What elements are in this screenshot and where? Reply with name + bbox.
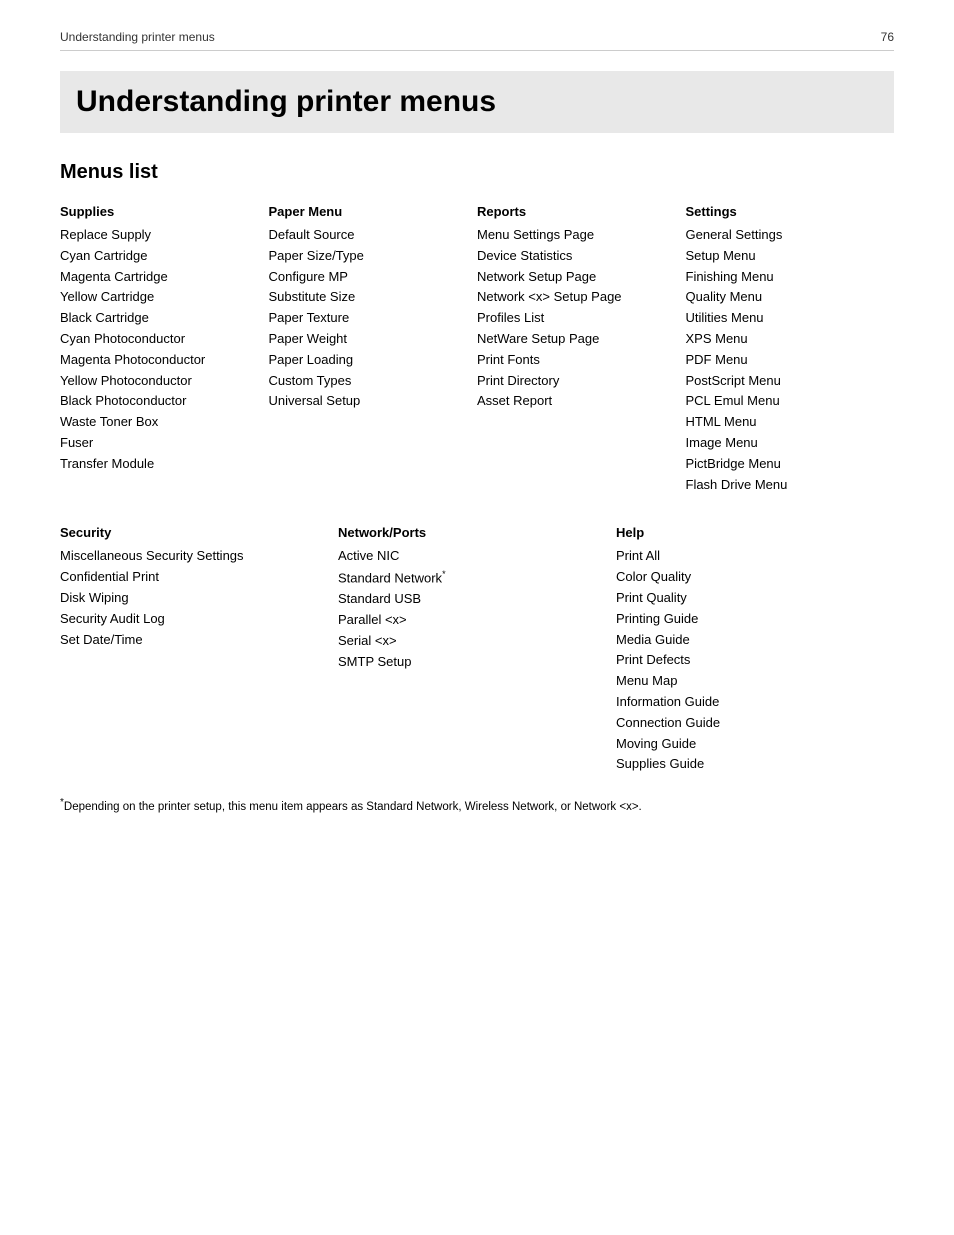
- menu-item: Network Setup Page: [477, 267, 676, 288]
- header-title: Understanding printer menus: [60, 30, 215, 44]
- menu-column-header: Supplies: [60, 204, 259, 219]
- menu-item: Magenta Cartridge: [60, 267, 259, 288]
- menu-item: XPS Menu: [686, 329, 885, 350]
- menu-item: Set Date/Time: [60, 630, 328, 651]
- menu-item: Setup Menu: [686, 246, 885, 267]
- menu-item: Information Guide: [616, 692, 884, 713]
- menu-item: Moving Guide: [616, 734, 884, 755]
- menu-column-header: Security: [60, 525, 328, 540]
- menu-item: Black Cartridge: [60, 308, 259, 329]
- menu-item: Active NIC: [338, 546, 606, 567]
- menu-item: Disk Wiping: [60, 588, 328, 609]
- header-page-number: 76: [881, 30, 894, 44]
- menu-item: Confidential Print: [60, 567, 328, 588]
- menu-item: Print Directory: [477, 371, 676, 392]
- menu-column-header: Settings: [686, 204, 885, 219]
- menu-item: Yellow Cartridge: [60, 287, 259, 308]
- page-container: Understanding printer menus 76 Understan…: [0, 0, 954, 1235]
- menu-item: Security Audit Log: [60, 609, 328, 630]
- menu-item: Supplies Guide: [616, 754, 884, 775]
- menu-item: Print Fonts: [477, 350, 676, 371]
- menu-item: Flash Drive Menu: [686, 475, 885, 496]
- menu-item: Parallel <x>: [338, 610, 606, 631]
- menu-item: Connection Guide: [616, 713, 884, 734]
- menu-item: Paper Weight: [269, 329, 468, 350]
- section-title: Understanding printer menus: [60, 71, 894, 133]
- menu-item: Paper Loading: [269, 350, 468, 371]
- menu-column-paper_menu: Paper MenuDefault SourcePaper Size/TypeC…: [269, 204, 478, 495]
- menu-item: Black Photoconductor: [60, 391, 259, 412]
- menu-item: Printing Guide: [616, 609, 884, 630]
- menu-item: PDF Menu: [686, 350, 885, 371]
- menu-item: Waste Toner Box: [60, 412, 259, 433]
- menu-item: Profiles List: [477, 308, 676, 329]
- menu-item: Print Defects: [616, 650, 884, 671]
- menu-column-supplies: SuppliesReplace SupplyCyan CartridgeMage…: [60, 204, 269, 495]
- footnote: *Depending on the printer setup, this me…: [60, 795, 894, 816]
- menu-item: Configure MP: [269, 267, 468, 288]
- menu-item: SMTP Setup: [338, 652, 606, 673]
- menu-item: Replace Supply: [60, 225, 259, 246]
- columns-grid-row1: SuppliesReplace SupplyCyan CartridgeMage…: [60, 204, 894, 495]
- menu-column-reports: Reports Menu Settings PageDevice Statisti…: [477, 204, 686, 495]
- menu-item: Paper Texture: [269, 308, 468, 329]
- menu-item: PostScript Menu: [686, 371, 885, 392]
- menu-item: Transfer Module: [60, 454, 259, 475]
- menu-item: Network <x> Setup Page: [477, 287, 676, 308]
- menu-item: General Settings: [686, 225, 885, 246]
- menu-item: Print All: [616, 546, 884, 567]
- header-bar: Understanding printer menus 76: [60, 30, 894, 51]
- menu-column-header: Network/Ports: [338, 525, 606, 540]
- menu-item: Universal Setup: [269, 391, 468, 412]
- menu-item: Cyan Photoconductor: [60, 329, 259, 350]
- menu-item: Device Statistics: [477, 246, 676, 267]
- menu-item: Utilities Menu: [686, 308, 885, 329]
- menu-column-security: Security Miscellaneous Security SettingsC…: [60, 525, 338, 775]
- menu-item: Substitute Size: [269, 287, 468, 308]
- menu-item: Finishing Menu: [686, 267, 885, 288]
- menu-item: Print Quality: [616, 588, 884, 609]
- menu-item: PCL Emul Menu: [686, 391, 885, 412]
- menu-item: Menu Settings Page: [477, 225, 676, 246]
- menu-item: Standard USB: [338, 589, 606, 610]
- menu-item: HTML Menu: [686, 412, 885, 433]
- menu-item: Media Guide: [616, 630, 884, 651]
- menu-item: Asset Report: [477, 391, 676, 412]
- menu-item: Miscellaneous Security Settings: [60, 546, 328, 567]
- menu-item: Standard Network*: [338, 567, 606, 589]
- menu-item: Serial <x>: [338, 631, 606, 652]
- menu-item: Color Quality: [616, 567, 884, 588]
- menu-item: Custom Types: [269, 371, 468, 392]
- menu-column-header: Reports: [477, 204, 676, 219]
- menu-column-header: Help: [616, 525, 884, 540]
- menu-item: Paper Size/Type: [269, 246, 468, 267]
- footnote-text: Depending on the printer setup, this men…: [64, 801, 642, 813]
- menu-column-network_ports: Network/Ports Active NICStandard Network*…: [338, 525, 616, 775]
- menu-item: Image Menu: [686, 433, 885, 454]
- menu-item: Default Source: [269, 225, 468, 246]
- menu-item: Quality Menu: [686, 287, 885, 308]
- menu-column-settings: Settings General SettingsSetup MenuFinish…: [686, 204, 895, 495]
- columns-grid-row2: SecurityMiscellaneous Security SettingsC…: [60, 525, 894, 775]
- menu-column-help: HelpPrint AllColor QualityPrint QualityP…: [616, 525, 894, 775]
- menu-item: Fuser: [60, 433, 259, 454]
- menu-item: Magenta Photoconductor: [60, 350, 259, 371]
- menu-item: PictBridge Menu: [686, 454, 885, 475]
- menu-item: Menu Map: [616, 671, 884, 692]
- menus-list-title: Menus list: [60, 161, 894, 184]
- menu-column-header: Paper Menu: [269, 204, 468, 219]
- menu-item: Cyan Cartridge: [60, 246, 259, 267]
- menu-item: NetWare Setup Page: [477, 329, 676, 350]
- menu-item: Yellow Photoconductor: [60, 371, 259, 392]
